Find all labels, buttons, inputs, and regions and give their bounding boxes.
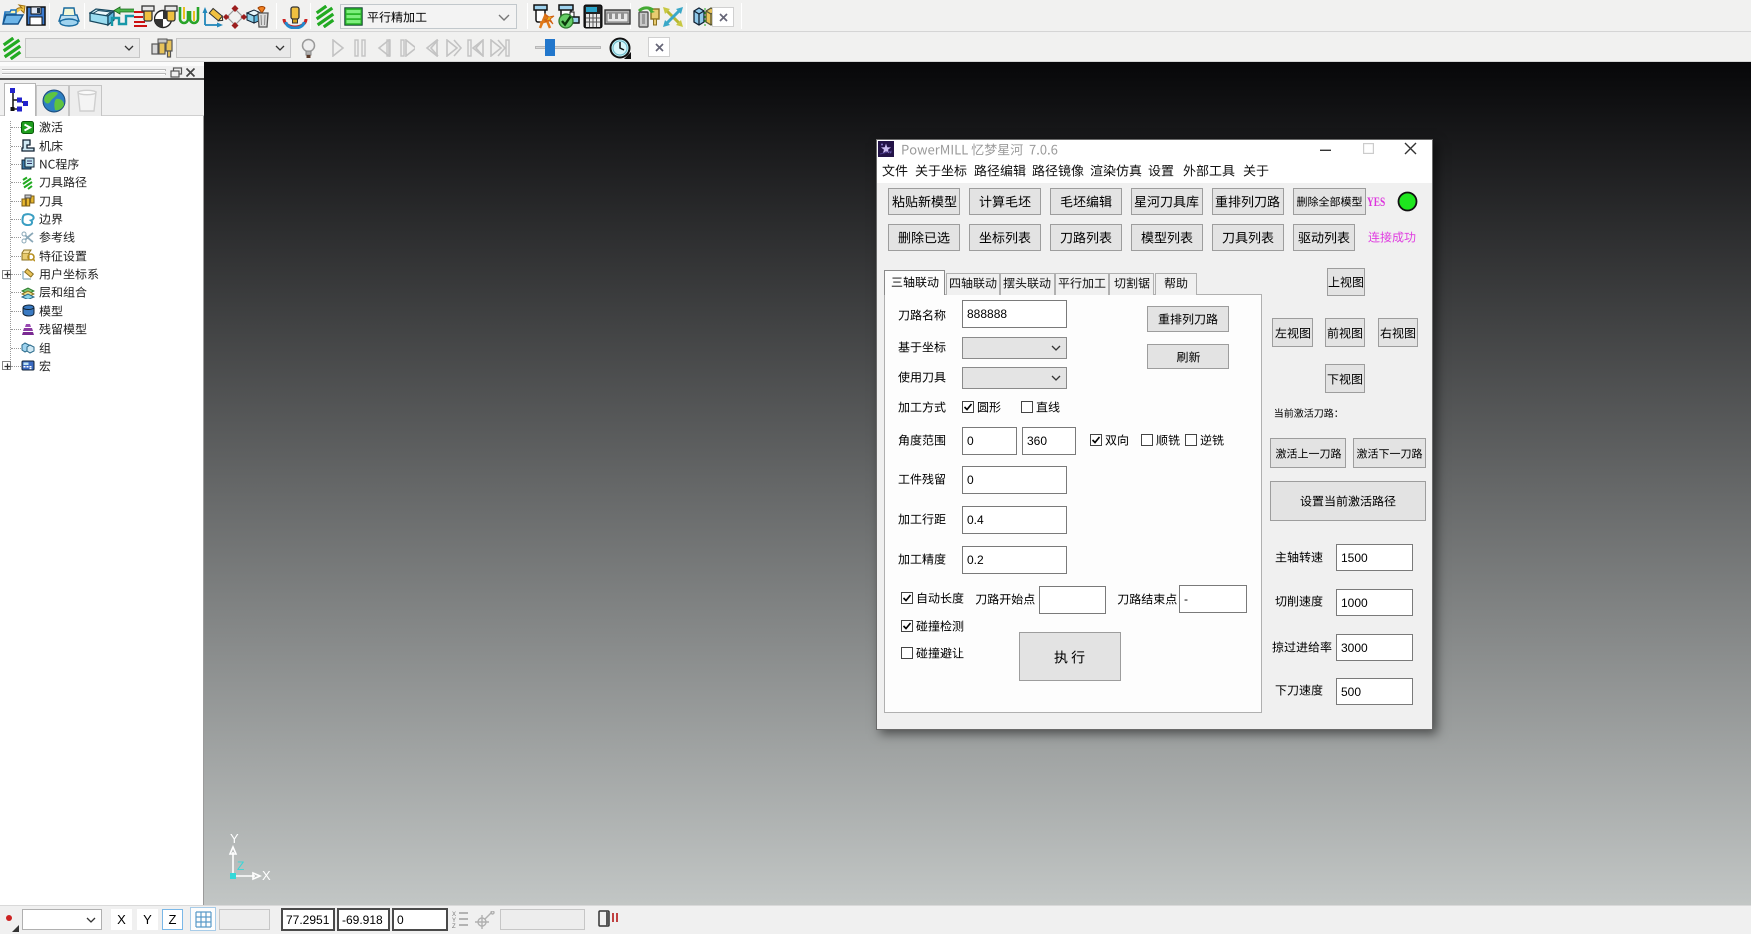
svg-text:Y: Y	[230, 831, 239, 846]
svg-text:Z: Z	[452, 924, 456, 928]
svg-text:X: X	[262, 868, 271, 883]
svg-text:Z: Z	[237, 859, 244, 873]
